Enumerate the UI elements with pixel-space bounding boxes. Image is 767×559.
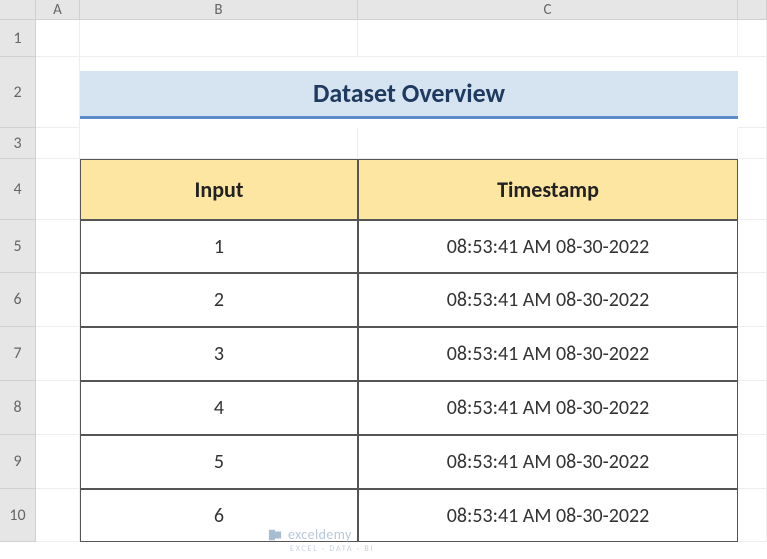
cell[interactable]	[36, 273, 80, 327]
table-cell-timestamp[interactable]: 08:53:41 AM 08-30-2022	[358, 381, 738, 435]
page-title: Dataset Overview	[80, 71, 738, 119]
cell[interactable]	[738, 435, 767, 489]
cell[interactable]	[36, 489, 80, 542]
cell[interactable]	[36, 128, 80, 159]
table-cell-timestamp[interactable]: 08:53:41 AM 08-30-2022	[358, 435, 738, 489]
col-header-D[interactable]	[738, 0, 767, 20]
table-cell-timestamp[interactable]: 08:53:41 AM 08-30-2022	[358, 327, 738, 381]
row-header-4[interactable]: 4	[0, 159, 36, 220]
cell[interactable]	[738, 57, 767, 128]
table-cell-timestamp[interactable]: 08:53:41 AM 08-30-2022	[358, 489, 738, 542]
cell[interactable]	[358, 128, 738, 159]
col-header-B[interactable]: B	[80, 0, 358, 20]
row-header-7[interactable]: 7	[0, 327, 36, 381]
cell[interactable]	[738, 159, 767, 220]
cell[interactable]	[80, 128, 358, 159]
row-header-6[interactable]: 6	[0, 273, 36, 327]
select-all-corner[interactable]	[0, 0, 36, 20]
row-header-8[interactable]: 8	[0, 381, 36, 435]
col-header-A[interactable]: A	[36, 0, 80, 20]
cell[interactable]	[738, 128, 767, 159]
watermark-text: exceldemy	[288, 526, 352, 543]
table-header-input[interactable]: Input	[80, 159, 358, 220]
col-header-C[interactable]: C	[358, 0, 738, 20]
table-cell-input[interactable]: 4	[80, 381, 358, 435]
row-header-3[interactable]: 3	[0, 128, 36, 159]
table-cell-input[interactable]: 3	[80, 327, 358, 381]
cell[interactable]	[738, 220, 767, 273]
watermark: exceldemy	[268, 526, 352, 543]
table-cell-input[interactable]: 1	[80, 220, 358, 273]
row-header-10[interactable]: 10	[0, 489, 36, 542]
cell[interactable]	[738, 273, 767, 327]
row-header-5[interactable]: 5	[0, 220, 36, 273]
cell[interactable]	[36, 435, 80, 489]
cell[interactable]	[36, 327, 80, 381]
row-header-9[interactable]: 9	[0, 435, 36, 489]
cell[interactable]	[738, 489, 767, 542]
cell[interactable]	[36, 159, 80, 220]
table-cell-input[interactable]: 5	[80, 435, 358, 489]
title-cell[interactable]: Dataset Overview	[80, 57, 738, 128]
cell[interactable]	[738, 327, 767, 381]
row-header-2[interactable]: 2	[0, 57, 36, 128]
cell[interactable]	[738, 381, 767, 435]
cell[interactable]	[36, 20, 80, 57]
cell[interactable]	[358, 20, 738, 57]
table-cell-timestamp[interactable]: 08:53:41 AM 08-30-2022	[358, 273, 738, 327]
table-header-timestamp[interactable]: Timestamp	[358, 159, 738, 220]
watermark-sub: EXCEL · DATA · BI	[290, 544, 374, 554]
table-cell-input[interactable]: 2	[80, 273, 358, 327]
cell[interactable]	[36, 57, 80, 128]
cell[interactable]	[738, 20, 767, 57]
table-cell-timestamp[interactable]: 08:53:41 AM 08-30-2022	[358, 220, 738, 273]
cell[interactable]	[36, 381, 80, 435]
row-header-1[interactable]: 1	[0, 20, 36, 57]
cell[interactable]	[36, 220, 80, 273]
cell[interactable]	[80, 20, 358, 57]
watermark-logo-icon	[268, 528, 282, 542]
spreadsheet-grid: A B C 1 2 3 4 5 6 7 8 9 10 Dataset Overv…	[0, 0, 767, 542]
